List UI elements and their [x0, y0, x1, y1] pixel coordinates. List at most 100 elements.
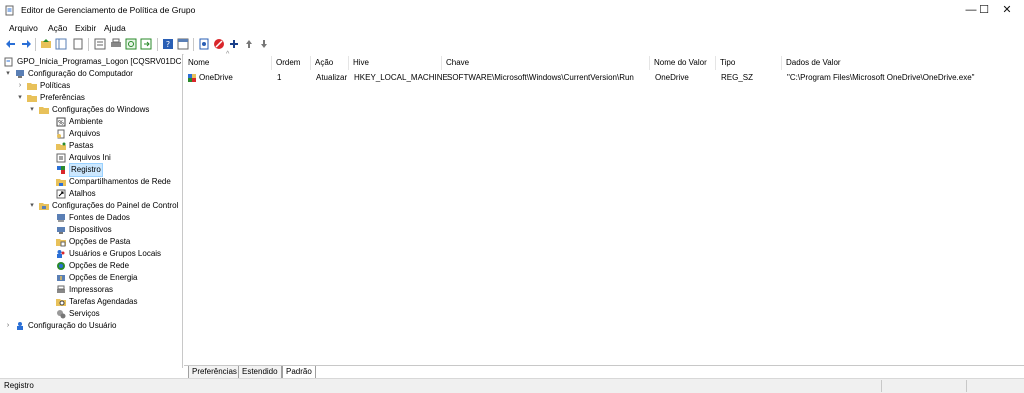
menu-ajuda[interactable]: Ajuda [104, 23, 126, 33]
tree-node-label: Registro [69, 163, 103, 177]
svg-text:%: % [58, 120, 64, 127]
refresh-icon[interactable] [125, 38, 137, 50]
forward-arrow-icon[interactable] [20, 38, 32, 50]
computer-icon [16, 70, 24, 78]
tree-node-label: Impressoras [69, 285, 114, 294]
back-arrow-icon[interactable] [5, 38, 17, 50]
tree-node-politicas[interactable]: › Políticas [16, 80, 182, 92]
export-list-icon[interactable] [140, 38, 152, 50]
column-header-chave[interactable]: Chave [442, 56, 650, 70]
print-icon[interactable] [110, 38, 122, 50]
tree-node-label: Configuração do Computador [28, 69, 133, 78]
tree-node-label: Políticas [40, 81, 71, 90]
properties-sheet-icon[interactable] [72, 38, 84, 50]
status-divider [966, 380, 967, 392]
tree-node-label: Fontes de Dados [69, 213, 130, 222]
console-tree: GPO_Inicia_Programas_Logon [CQSRV01DC.CQ… [0, 54, 183, 368]
help-icon[interactable]: ? [162, 38, 174, 50]
toolbar: ? [0, 35, 1024, 55]
cell-tipo: REG_SZ [721, 73, 754, 82]
tree-node-computer-config[interactable]: ▾ Configuração do Computador [4, 68, 182, 80]
column-header-dados-de-valor[interactable]: Dados de Valor [782, 56, 1024, 70]
expand-chevron-icon[interactable]: › [4, 320, 12, 332]
tree-node-control-panel-settings[interactable]: ▾ Configurações do Painel de Control [28, 200, 182, 212]
console-icon[interactable] [177, 38, 189, 50]
show-hide-tree-icon[interactable] [55, 38, 67, 50]
folder-options-icon [56, 239, 66, 247]
tree-node-label: Configuração do Usuário [28, 321, 117, 330]
window-title: Editor de Gerenciamento de Política de G… [21, 5, 196, 15]
scheduled-tasks-icon [56, 299, 66, 306]
column-header-acao[interactable]: Ação [311, 56, 349, 70]
tree-node-arquivos[interactable]: Arquivos [56, 128, 182, 140]
column-header-ordem[interactable]: Ordem [272, 56, 311, 70]
tree-node-label: Opções de Rede [69, 261, 130, 270]
tree-node-user-config[interactable]: › Configuração do Usuário [4, 320, 182, 332]
column-header-hive[interactable]: Hive [349, 56, 442, 70]
tree-node-windows-settings[interactable]: ▾ Configurações do Windows [28, 104, 182, 116]
column-header-nome[interactable]: Nome [184, 56, 272, 70]
menu-bar: Arquivo Ação Exibir Ajuda [0, 21, 1024, 35]
tree-node-opcoes-de-energia[interactable]: Opções de Energia [56, 272, 182, 284]
tree-node-opcoes-de-rede[interactable]: Opções de Rede [56, 260, 182, 272]
data-sources-icon [57, 214, 65, 222]
collapse-chevron-icon[interactable]: ▾ [4, 68, 12, 80]
collapse-chevron-icon[interactable]: ▾ [28, 200, 36, 212]
tree-node-atalhos[interactable]: Atalhos [56, 188, 182, 200]
tree-node-label: Configurações do Painel de Control [52, 201, 179, 210]
tree-node-dispositivos[interactable]: Dispositivos [56, 224, 182, 236]
close-button[interactable]: ✕ [990, 0, 1024, 21]
move-down-icon[interactable] [258, 38, 270, 50]
folder-icon [27, 83, 37, 90]
expand-chevron-icon[interactable]: › [16, 80, 24, 92]
tree-node-label: Ambiente [69, 117, 103, 126]
cell-chave: SOFTWARE\Microsoft\Windows\CurrentVersio… [447, 73, 634, 82]
tree-node-label: Usuários e Grupos Locais [69, 249, 162, 258]
tree-node-label: Opções de Pasta [69, 237, 131, 246]
ini-files-icon [56, 153, 66, 163]
gpo-editor-app-icon [5, 5, 14, 16]
tree-node-pastas[interactable]: Pastas [56, 140, 182, 152]
registry-item-icon [188, 74, 196, 82]
tree-node-gpo-root[interactable]: GPO_Inicia_Programas_Logon [CQSRV01DC.CQ [4, 56, 182, 68]
tree-node-label: Tarefas Agendadas [69, 297, 138, 306]
printers-icon [57, 285, 65, 293]
tree-node-compartilhamentos[interactable]: Compartilhamentos de Rede [56, 176, 182, 188]
list-view-icon[interactable] [94, 38, 106, 50]
new-item-icon[interactable] [198, 38, 210, 50]
folders-icon [56, 142, 66, 150]
tree-node-label: Opções de Energia [69, 273, 138, 282]
column-header-nome-do-valor[interactable]: Nome do Valor [650, 56, 716, 70]
tree-node-impressoras[interactable]: Impressoras [56, 284, 182, 296]
column-header-tipo[interactable]: Tipo [716, 56, 782, 70]
shortcuts-icon [56, 189, 66, 199]
move-up-icon[interactable] [243, 38, 255, 50]
tree-node-servicos[interactable]: Serviços [56, 308, 182, 320]
svg-text:?: ? [166, 40, 170, 49]
tree-node-label: Preferências [40, 93, 85, 102]
cell-nome: OneDrive [199, 73, 233, 82]
collapse-chevron-icon[interactable]: ▾ [28, 104, 36, 116]
files-icon [57, 129, 65, 139]
tree-node-usuarios-grupos[interactable]: Usuários e Grupos Locais [56, 248, 182, 260]
tree-node-registro[interactable]: Registro [56, 163, 182, 177]
up-folder-icon[interactable] [40, 38, 52, 50]
add-plus-icon[interactable] [228, 38, 240, 50]
menu-acao[interactable]: Ação [48, 23, 67, 33]
menu-arquivo[interactable]: Arquivo [9, 23, 38, 33]
folder-icon [39, 107, 49, 114]
tree-node-opcoes-de-pasta[interactable]: Opções de Pasta [56, 236, 182, 248]
folder-icon [27, 95, 37, 102]
menu-exibir[interactable]: Exibir [75, 23, 96, 33]
cell-hive: HKEY_LOCAL_MACHINE [354, 73, 448, 82]
devices-icon [57, 227, 65, 234]
delete-stop-icon[interactable] [213, 38, 225, 50]
tree-node-fontes-de-dados[interactable]: Fontes de Dados [56, 212, 182, 224]
tree-node-label: Dispositivos [69, 225, 112, 234]
tree-node-label: Configurações do Windows [52, 105, 150, 114]
collapse-chevron-icon[interactable]: ▾ [16, 92, 24, 104]
cell-acao: Atualizar [316, 73, 348, 82]
tree-node-tarefas-agendadas[interactable]: Tarefas Agendadas [56, 296, 182, 308]
tree-node-preferencias[interactable]: ▾ Preferências [16, 92, 182, 104]
tree-node-ambiente[interactable]: % Ambiente [56, 116, 182, 128]
